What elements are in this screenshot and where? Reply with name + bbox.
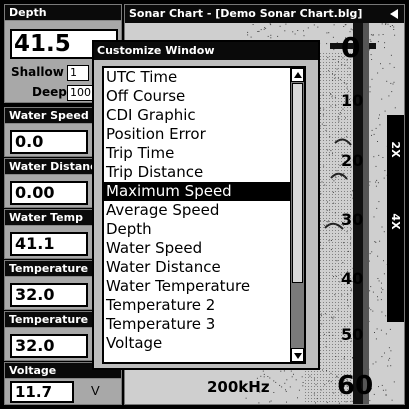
list-item-water-distance[interactable]: Water Distance: [104, 258, 290, 277]
scroll-down-button[interactable]: [291, 348, 304, 362]
list-item-trip-distance[interactable]: Trip Distance: [104, 163, 290, 182]
list-scrollbar[interactable]: [290, 68, 304, 362]
sonar-window-title: Sonar Chart - [Demo Sonar Chart.blg]: [125, 5, 404, 23]
deep-field[interactable]: 100: [67, 85, 95, 101]
zoom-bar[interactable]: 2X 4X: [387, 115, 404, 322]
frequency-label: 200kHz: [207, 378, 270, 396]
customize-list[interactable]: UTC Time Off Course CDI Graphic Position…: [102, 66, 306, 364]
list-item-water-temperature[interactable]: Water Temperature: [104, 277, 290, 296]
list-item-average-speed[interactable]: Average Speed: [104, 201, 290, 220]
water-distance-value: 0.00: [10, 181, 88, 205]
list-item-temperature-3[interactable]: Temperature 3: [104, 315, 290, 334]
screen: Depth 41.5 Shallow 1 Deep 100 Water Spee…: [0, 0, 409, 409]
depth-scale-0: 0: [341, 31, 361, 64]
deep-label: Deep: [32, 85, 67, 99]
list-item-water-speed[interactable]: Water Speed: [104, 239, 290, 258]
scroll-up-button[interactable]: [291, 68, 304, 82]
voltage-value: 11.7: [10, 381, 74, 403]
depth-scale-20: 20: [341, 151, 364, 170]
arrow-up-icon: [294, 72, 302, 78]
list-item-off-course[interactable]: Off Course: [104, 87, 290, 106]
zoom-4x-label: 4X: [389, 213, 402, 230]
list-item-temperature-2[interactable]: Temperature 2: [104, 296, 290, 315]
temperature-3-value: 32.0: [10, 334, 88, 358]
list-item-utc-time[interactable]: UTC Time: [104, 68, 290, 87]
depth-title: Depth: [5, 5, 121, 21]
voltage-unit: V: [91, 383, 100, 398]
dialog-body: UTC Time Off Course CDI Graphic Position…: [94, 60, 318, 368]
scroll-thumb[interactable]: [292, 83, 303, 283]
water-temp-value: 41.1: [10, 232, 88, 256]
depth-scale-50: 50: [341, 325, 364, 344]
depth-scale-60: 60: [337, 371, 374, 401]
dialog-title: Customize Window: [94, 42, 318, 60]
temperature-2-value: 32.0: [10, 283, 88, 307]
shallow-label: Shallow: [11, 65, 64, 79]
list-item-position-error[interactable]: Position Error: [104, 125, 290, 144]
depth-scale-10: 10: [341, 91, 364, 110]
list-item-depth[interactable]: Depth: [104, 220, 290, 239]
list-item-trip-time[interactable]: Trip Time: [104, 144, 290, 163]
triangle-left-icon[interactable]: [390, 9, 398, 19]
list-item-voltage[interactable]: Voltage: [104, 334, 290, 353]
shallow-field[interactable]: 1: [67, 65, 89, 81]
water-speed-value: 0.0: [10, 130, 88, 154]
zoom-2x-label: 2X: [389, 141, 402, 158]
list-item-cdi-graphic[interactable]: CDI Graphic: [104, 106, 290, 125]
arrow-down-icon: [294, 353, 302, 359]
depth-scale-40: 40: [341, 269, 364, 288]
customize-window-dialog[interactable]: Customize Window UTC Time Off Course CDI…: [92, 40, 320, 370]
depth-scale-30: 30: [341, 210, 364, 229]
list-item-maximum-speed[interactable]: Maximum Speed: [104, 182, 290, 201]
